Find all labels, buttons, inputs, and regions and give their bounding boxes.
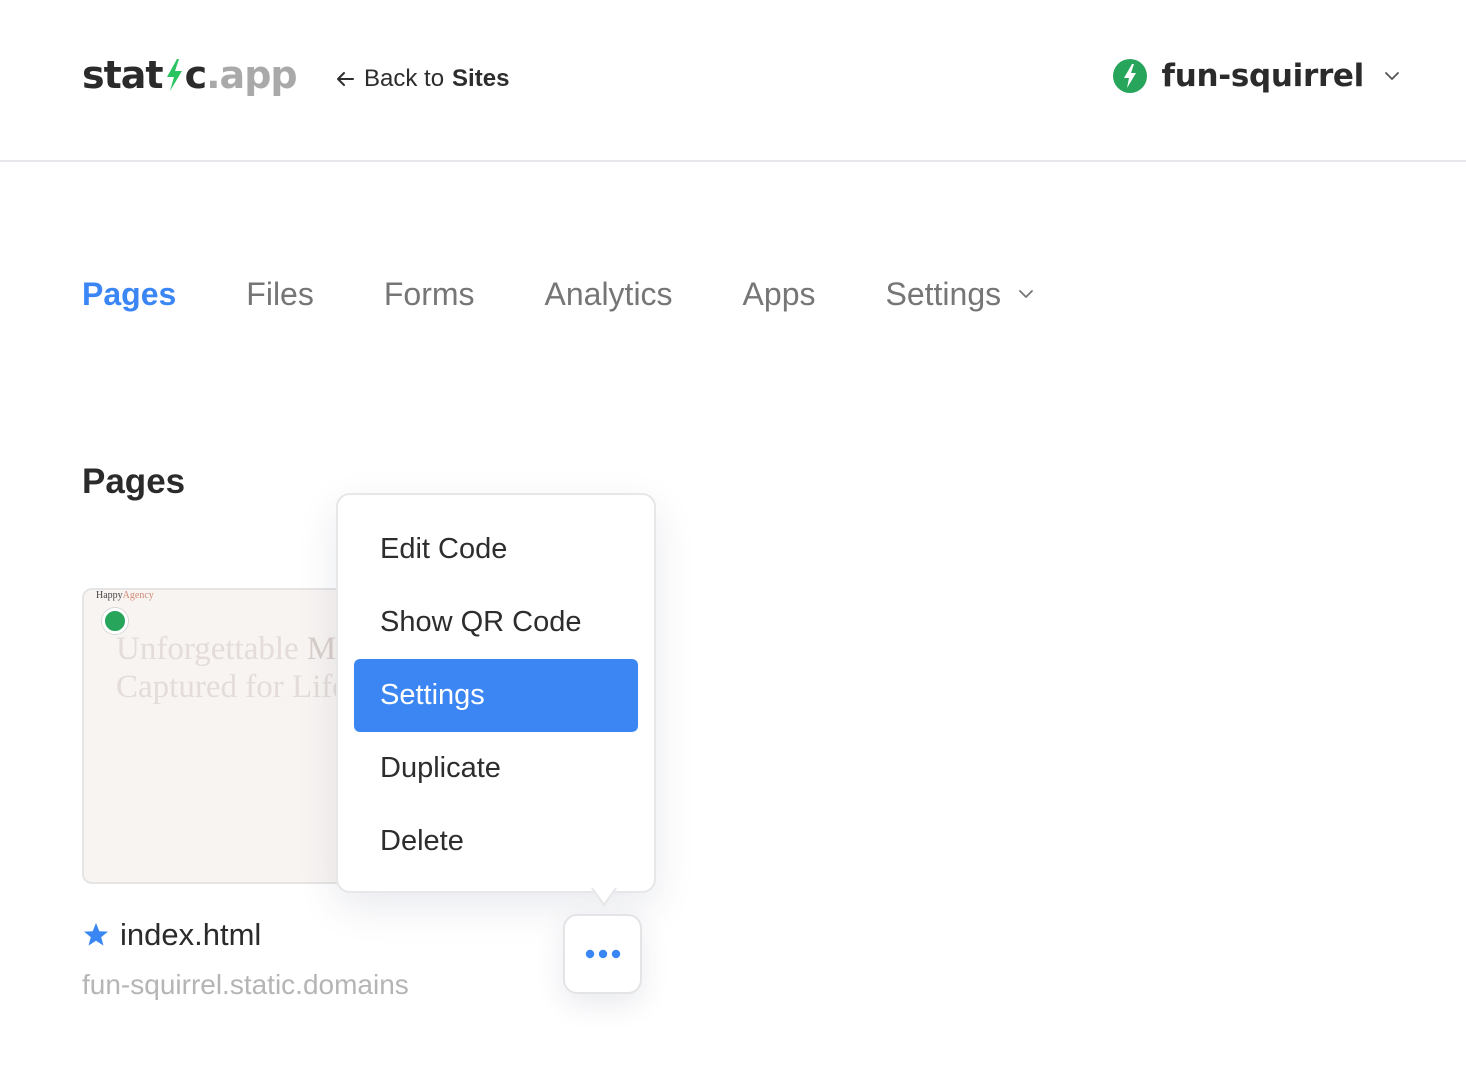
menu-item-show-qr-code[interactable]: Show QR Code [354,586,638,659]
tab-analytics-label: Analytics [544,276,673,312]
tab-apps[interactable]: Apps [743,274,816,314]
arrow-left-icon [337,72,354,86]
menu-item-edit-code[interactable]: Edit Code [354,513,638,586]
site-switcher[interactable]: fun-squirrel [1112,58,1402,94]
menu-item-duplicate[interactable]: Duplicate [354,732,638,805]
back-to-sites-link[interactable]: Back to Sites [334,64,509,94]
tab-forms-label: Forms [383,276,475,312]
tab-files-label: Files [246,276,314,312]
site-name: fun-squirrel [1161,58,1365,94]
bolt-circle-icon [1112,59,1147,93]
preview-hero-line2: Captured for Life [116,669,347,705]
page-root: stat c .app Back to Sites fun-squirrel P… [0,0,1466,1072]
site-nav-tabs: Pages Files Forms Analytics Apps Setting… [82,274,1107,314]
top-header: stat c .app Back to Sites fun-squirrel [0,0,1466,162]
lightning-bolt-icon [166,59,182,91]
menu-item-delete[interactable]: Delete [354,805,638,878]
logo-text-c: c [184,53,208,97]
tab-analytics[interactable]: Analytics [545,274,673,314]
chevron-down-icon [1019,290,1034,298]
preview-hero-line1: Unforgettable [116,631,307,667]
menu-item-settings[interactable]: Settings [354,659,638,732]
tab-files[interactable]: Files [246,274,314,314]
preview-brand: HappyAgency [96,590,154,601]
app-logo[interactable]: stat c .app [82,52,298,98]
page-actions-menu: Edit Code Show QR Code Settings Duplicat… [336,493,656,893]
page-file-row: index.html [82,916,261,954]
star-icon [84,923,108,946]
tab-settings[interactable]: Settings [885,274,1037,314]
chevron-down-icon [1385,72,1399,80]
page-domain[interactable]: fun-squirrel.static.domains [82,968,409,1002]
page-file-name[interactable]: index.html [120,916,261,954]
tab-settings-label: Settings [885,276,1002,312]
menu-caret [590,885,618,907]
back-link-target: Sites [452,65,510,92]
more-actions-button[interactable] [563,914,642,994]
preview-brand-accent: Agency [122,590,154,601]
tab-forms[interactable]: Forms [384,274,475,314]
logo-text-stat: stat [82,53,164,97]
logo-text-app: .app [206,53,297,97]
tab-pages-label: Pages [82,276,177,312]
ellipsis-icon [585,949,620,959]
section-title: Pages [82,462,186,501]
back-link-prefix: Back to [364,65,445,92]
tab-pages[interactable]: Pages [82,274,176,314]
tab-apps-label: Apps [742,276,816,312]
preview-brand-prefix: Happy [96,590,123,601]
